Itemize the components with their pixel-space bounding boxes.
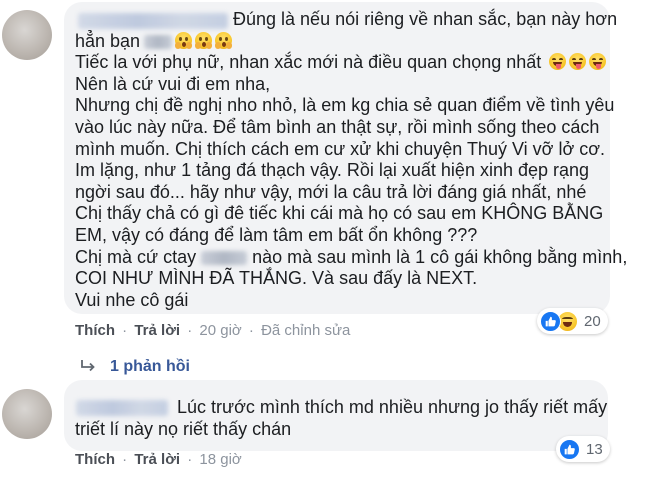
reaction-summary[interactable]: 13: [556, 436, 610, 462]
comment-line: mình muốn. Chị thích cách em cư xử khi c…: [75, 138, 606, 159]
comment-line: Nên là cứ vui đi em nha,: [75, 73, 271, 94]
comment-line: Chị thấy chả có gì đê tiếc khi cái mà họ…: [75, 203, 604, 224]
edited-label[interactable]: Đã chỉnh sửa: [261, 322, 350, 339]
comment-line: triết lí này nọ riết thấy chán: [75, 418, 292, 439]
separator: ·: [122, 322, 128, 339]
timestamp[interactable]: 20 giờ: [199, 322, 241, 339]
shocked-face-emoji: [215, 31, 233, 49]
reaction-count: 13: [586, 440, 603, 458]
comment-actions: Thích · Trả lời · 20 giờ · Đã chỉnh sửa: [75, 322, 350, 339]
comment-actions: Thích · Trả lời · 18 giờ: [75, 451, 242, 468]
separator: ·: [248, 322, 254, 339]
like-link[interactable]: Thích: [75, 322, 115, 339]
tongue-face-emoji: [569, 53, 587, 71]
shocked-face-emoji: [195, 31, 213, 49]
mention-blurred[interactable]: [201, 250, 248, 265]
mention-blurred[interactable]: [144, 34, 173, 49]
comment-line: Nhưng chị đề nghị nho nhỏ, là em kg chia…: [75, 95, 615, 116]
comment-text: Lúc trước mình thích md nhiều nhưng jo t…: [75, 397, 607, 440]
replies-count-label: 1 phản hồi: [110, 358, 190, 375]
view-replies-link[interactable]: 1 phản hồi: [80, 358, 190, 376]
timestamp[interactable]: 18 giờ: [199, 451, 241, 468]
reaction-count: 20: [584, 312, 601, 330]
like-reaction-icon: [540, 310, 561, 332]
comment-line: vào lúc này nữa. Để tâm bình an thật sự,…: [75, 116, 600, 137]
like-reaction-icon: [559, 438, 580, 460]
reply-link[interactable]: Trả lời: [134, 451, 180, 468]
comment-line: Tiếc la với phụ nữ, nhan xắc mới nà điều…: [75, 52, 627, 74]
separator: ·: [187, 451, 193, 468]
reply-arrow-icon: [81, 360, 95, 372]
like-link[interactable]: Thích: [75, 451, 115, 468]
comment-line: ngời sau đó... hãy như vậy, mới la câu t…: [75, 181, 587, 202]
shocked-face-emoji: [175, 31, 193, 49]
tongue-face-emoji: [549, 53, 567, 71]
comment-text: Đúng là nếu nói riêng về nhan sắc, bạn n…: [75, 9, 627, 311]
commenter-avatar[interactable]: [2, 389, 52, 439]
separator: ·: [187, 322, 193, 339]
comment-line: Chị mà cứ ctay nào mà sau mình là 1 cô gá…: [75, 246, 628, 267]
comment-line: Lúc trước mình thích md nhiều nhưng jo t…: [177, 397, 608, 417]
separator: ·: [122, 451, 128, 468]
reaction-summary[interactable]: 20: [537, 308, 608, 334]
commenter-avatar[interactable]: [2, 10, 52, 60]
comment-line: Đúng là nếu nói riêng về nhan sắc, bạn n…: [233, 9, 618, 29]
comment-line: hẳn bạn: [75, 31, 627, 53]
comment-line: EM, vậy có đáng để làm tâm em bất ổn khô…: [75, 224, 478, 245]
reply-link[interactable]: Trả lời: [134, 322, 180, 339]
comment-line: Im lặng, như 1 tảng đá thạch vậy. Rồi lạ…: [75, 160, 590, 181]
comment-line: COI NHƯ MÌNH ĐÃ THẮNG. Và sau đấy là NEX…: [75, 268, 478, 289]
tongue-face-emoji: [589, 53, 607, 71]
